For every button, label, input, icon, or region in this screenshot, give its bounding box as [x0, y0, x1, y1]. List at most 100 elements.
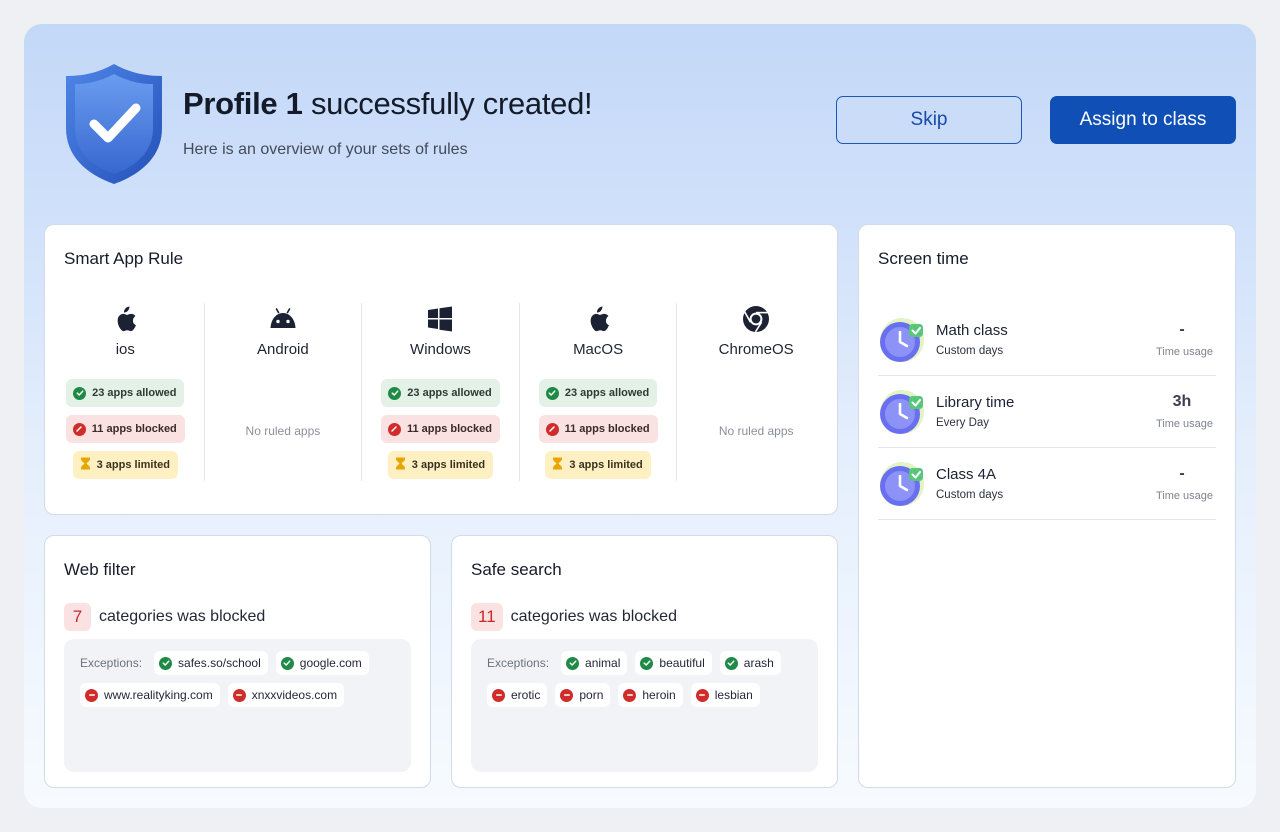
platform-chromeos[interactable]: ChromeOS No ruled apps [677, 303, 835, 481]
apps-allowed-badge: 23 apps allowed [538, 379, 658, 407]
screen-time-days: Custom days [936, 345, 1004, 357]
assign-to-class-button[interactable]: Assign to class [1050, 96, 1236, 144]
apps-allowed-badge: 23 apps allowed [66, 379, 185, 407]
success-panel: Profile 1 successfully created! Here is … [24, 24, 1256, 808]
exceptions-label: Exceptions: [80, 656, 143, 670]
exception-chip-allowed[interactable]: animal [561, 651, 628, 675]
web-filter-title: Web filter [64, 560, 136, 579]
block-icon [545, 422, 559, 436]
platform-name: MacOS [573, 341, 624, 358]
blocked-count-row: 11 categories was blocked [471, 603, 677, 631]
platform-name: Windows [410, 341, 471, 358]
time-usage-label: Time usage [1155, 418, 1213, 430]
check-icon [724, 656, 738, 670]
shield-check-icon [66, 64, 162, 184]
screen-time-title: Screen time [878, 249, 969, 268]
screen-time-name: Class 4A [936, 466, 997, 483]
no-ruled-apps-text: No ruled apps [245, 424, 321, 438]
check-icon [545, 386, 559, 400]
check-icon [280, 656, 294, 670]
clock-check-icon [880, 318, 924, 362]
minus-icon [232, 688, 246, 702]
screen-time-days: Every Day [936, 417, 990, 429]
platform-name: Android [257, 341, 309, 358]
exception-chip-blocked[interactable]: www.realityking.com [80, 683, 220, 707]
exception-chip-blocked[interactable]: xnxxvideos.com [227, 683, 345, 707]
exception-chip-allowed[interactable]: safes.so/school [154, 651, 268, 675]
apps-allowed-badge: 23 apps allowed [381, 379, 500, 407]
blocked-count-text: categories was blocked [99, 608, 266, 625]
exceptions-label: Exceptions: [487, 656, 550, 670]
exceptions-box: Exceptions: safes.so/school google.com w… [64, 639, 411, 772]
minus-icon [695, 688, 709, 702]
screen-time-card: Screen time Math class Custom days - Tim… [858, 224, 1236, 788]
screen-time-list: Math class Custom days - Time usage Libr… [878, 304, 1216, 520]
skip-button[interactable]: Skip [836, 96, 1022, 144]
check-icon [566, 656, 580, 670]
apple-icon [111, 305, 139, 333]
page-subtitle: Here is an overview of your sets of rule… [183, 141, 468, 158]
platform-android[interactable]: Android No ruled apps [205, 303, 363, 481]
exception-chip-blocked[interactable]: lesbian [690, 683, 760, 707]
smart-app-rule-card: Smart App Rule ios 23 apps allowed 11 ap… [44, 224, 838, 515]
platform-ios[interactable]: ios 23 apps allowed 11 apps blocked 3 ap… [47, 303, 205, 481]
exceptions-box: Exceptions: animal beautiful arash eroti… [471, 639, 818, 772]
blocked-count-row: 7 categories was blocked [64, 603, 265, 631]
screen-time-days: Custom days [936, 489, 1004, 501]
smart-app-rule-title: Smart App Rule [64, 249, 184, 268]
block-icon [72, 422, 86, 436]
no-ruled-apps-text: No ruled apps [718, 424, 794, 438]
check-icon [159, 656, 173, 670]
page-title: Profile 1 successfully created! [183, 86, 593, 121]
screen-time-name: Library time [936, 394, 1015, 411]
platform-name: ios [115, 341, 135, 358]
blocked-count-text: categories was blocked [510, 608, 677, 625]
safe-search-title: Safe search [471, 560, 562, 579]
apps-limited-badge: 3 apps limited [387, 451, 494, 479]
apps-limited-badge: 3 apps limited [545, 451, 651, 479]
minus-icon [623, 688, 637, 702]
blocked-count-badge: 11 [471, 603, 503, 631]
hourglass-icon [80, 457, 91, 473]
screen-time-name: Math class [936, 322, 1008, 339]
android-icon [269, 305, 297, 333]
platform-windows[interactable]: Windows 23 apps allowed 11 apps blocked … [362, 303, 520, 481]
platform-name: ChromeOS [718, 341, 794, 358]
time-usage-label: Time usage [1155, 346, 1213, 358]
minus-icon [560, 688, 574, 702]
blocked-count-badge: 7 [64, 603, 91, 631]
time-usage-label: Time usage [1155, 490, 1213, 502]
apple-icon [584, 305, 612, 333]
chrome-icon [742, 305, 770, 333]
screen-time-value: - [1179, 321, 1185, 338]
screen-time-value: 3h [1172, 393, 1192, 410]
clock-check-icon [880, 390, 924, 434]
platform-list: ios 23 apps allowed 11 apps blocked 3 ap… [47, 303, 835, 481]
check-icon [640, 656, 654, 670]
apps-limited-badge: 3 apps limited [72, 451, 178, 479]
safe-search-card: Safe search 11 categories was blocked Ex… [451, 535, 838, 788]
apps-blocked-badge: 11 apps blocked [65, 415, 185, 443]
exception-chip-allowed[interactable]: google.com [275, 651, 369, 675]
apps-blocked-badge: 11 apps blocked [380, 415, 500, 443]
apps-blocked-badge: 11 apps blocked [538, 415, 658, 443]
exception-chip-allowed[interactable]: arash [719, 651, 781, 675]
exception-chip-allowed[interactable]: beautiful [635, 651, 712, 675]
exception-chip-blocked[interactable]: heroin [618, 683, 683, 707]
screen-time-item[interactable]: Math class Custom days - Time usage [878, 304, 1216, 376]
minus-icon [492, 688, 505, 702]
screen-time-item[interactable]: Class 4A Custom days - Time usage [878, 448, 1216, 520]
block-icon [387, 422, 401, 436]
hourglass-icon [395, 457, 406, 473]
hourglass-icon [552, 457, 563, 473]
windows-icon [426, 305, 454, 333]
screen-time-item[interactable]: Library time Every Day 3h Time usage [878, 376, 1216, 448]
screen-time-value: - [1179, 465, 1185, 482]
check-icon [388, 386, 402, 400]
exception-chip-blocked[interactable]: erotic [487, 683, 548, 707]
minus-icon [85, 688, 98, 702]
platform-macos[interactable]: MacOS 23 apps allowed 11 apps blocked 3 … [520, 303, 678, 481]
web-filter-card: Web filter 7 categories was blocked Exce… [44, 535, 431, 788]
exception-chip-blocked[interactable]: porn [555, 683, 611, 707]
check-icon [73, 386, 87, 400]
